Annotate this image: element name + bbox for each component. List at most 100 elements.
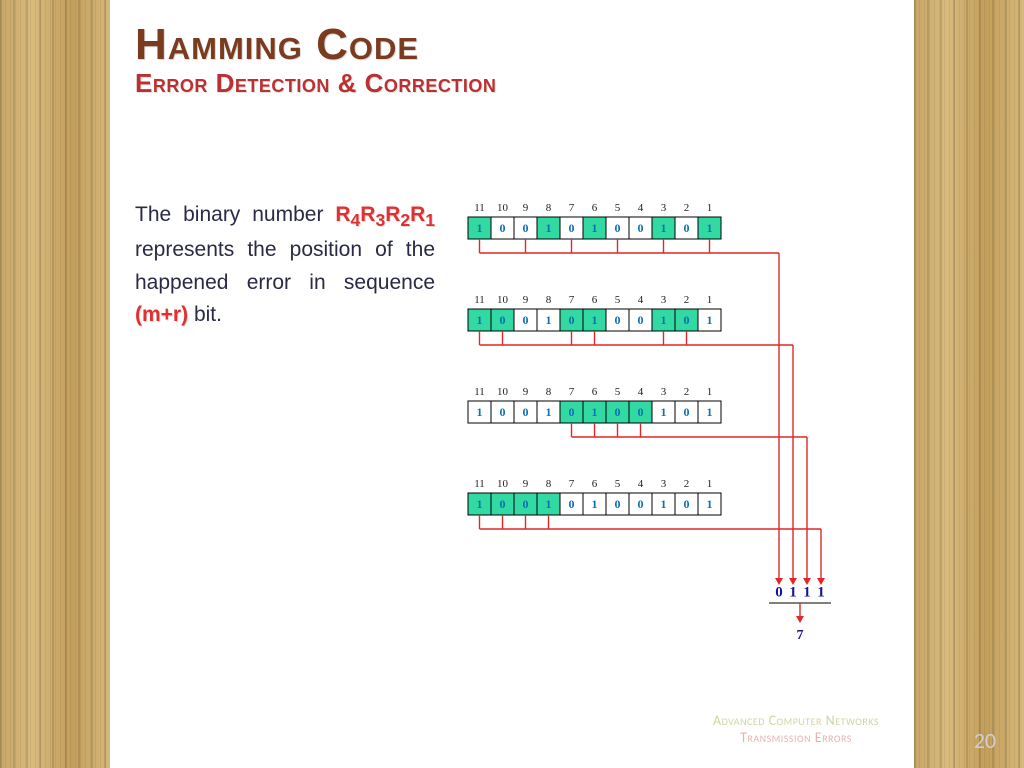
svg-text:6: 6	[592, 294, 598, 306]
r-char: R	[410, 203, 425, 226]
svg-text:1: 1	[817, 584, 825, 600]
svg-text:0: 0	[615, 313, 621, 327]
r-sub: 2	[400, 210, 410, 230]
svg-text:3: 3	[661, 294, 667, 306]
svg-text:0: 0	[523, 221, 529, 235]
hamming-diagram: 1110987654321100101001011110987654321100…	[453, 199, 889, 659]
svg-text:11: 11	[474, 478, 485, 490]
svg-text:0: 0	[500, 497, 506, 511]
svg-text:0: 0	[684, 497, 690, 511]
svg-text:11: 11	[474, 386, 485, 398]
svg-text:8: 8	[546, 202, 552, 214]
prose-text-a: The binary number	[135, 203, 335, 226]
svg-text:1: 1	[707, 202, 713, 214]
svg-text:1: 1	[546, 405, 552, 419]
slide-title: Hamming Code	[135, 20, 889, 70]
r-sub: 1	[425, 210, 435, 230]
svg-text:1: 1	[707, 313, 713, 327]
svg-text:11: 11	[474, 294, 485, 306]
svg-text:0: 0	[569, 497, 575, 511]
svg-text:9: 9	[523, 478, 529, 490]
svg-text:7: 7	[797, 628, 804, 643]
svg-text:0: 0	[615, 405, 621, 419]
svg-text:2: 2	[684, 478, 690, 490]
svg-text:3: 3	[661, 478, 667, 490]
r-sub: 3	[375, 210, 385, 230]
svg-text:0: 0	[684, 405, 690, 419]
svg-text:1: 1	[707, 294, 713, 306]
svg-text:1: 1	[707, 221, 713, 235]
mr-text: (m+r)	[135, 303, 188, 326]
svg-text:0: 0	[684, 313, 690, 327]
svg-text:1: 1	[592, 497, 598, 511]
svg-text:0: 0	[569, 405, 575, 419]
svg-text:0: 0	[775, 584, 783, 600]
r-sub: 4	[351, 210, 361, 230]
r-char: R	[385, 203, 400, 226]
svg-text:0: 0	[638, 221, 644, 235]
svg-text:5: 5	[615, 294, 621, 306]
svg-text:5: 5	[615, 386, 621, 398]
svg-text:9: 9	[523, 294, 529, 306]
svg-text:0: 0	[569, 221, 575, 235]
svg-text:0: 0	[500, 313, 506, 327]
svg-text:2: 2	[684, 386, 690, 398]
svg-text:0: 0	[638, 405, 644, 419]
svg-text:1: 1	[477, 497, 483, 511]
svg-text:1: 1	[546, 313, 552, 327]
svg-text:1: 1	[707, 497, 713, 511]
svg-text:1: 1	[592, 221, 598, 235]
svg-text:0: 0	[523, 405, 529, 419]
left-border	[0, 0, 110, 768]
svg-text:6: 6	[592, 386, 598, 398]
svg-text:1: 1	[789, 584, 797, 600]
r-sequence: R4R3R2R1	[335, 203, 435, 226]
svg-text:0: 0	[615, 497, 621, 511]
footer-line-2: Transmission Errors	[713, 729, 879, 746]
svg-text:5: 5	[615, 202, 621, 214]
svg-text:0: 0	[615, 221, 621, 235]
svg-text:6: 6	[592, 478, 598, 490]
svg-text:2: 2	[684, 202, 690, 214]
svg-text:3: 3	[661, 202, 667, 214]
svg-text:10: 10	[497, 202, 509, 214]
svg-text:11: 11	[474, 202, 485, 214]
svg-text:10: 10	[497, 386, 509, 398]
svg-text:1: 1	[707, 405, 713, 419]
svg-text:7: 7	[569, 478, 575, 490]
r-char: R	[360, 203, 375, 226]
svg-text:10: 10	[497, 294, 509, 306]
right-border	[914, 0, 1024, 768]
svg-text:1: 1	[803, 584, 811, 600]
prose-paragraph: The binary number R4R3R2R1 represents th…	[135, 199, 435, 659]
svg-text:7: 7	[569, 294, 575, 306]
svg-text:0: 0	[500, 221, 506, 235]
prose-text-c: bit.	[194, 303, 222, 326]
svg-text:1: 1	[477, 313, 483, 327]
svg-text:0: 0	[500, 405, 506, 419]
svg-text:1: 1	[546, 221, 552, 235]
svg-text:4: 4	[638, 202, 644, 214]
svg-text:1: 1	[661, 313, 667, 327]
body-row: The binary number R4R3R2R1 represents th…	[135, 199, 889, 659]
svg-text:5: 5	[615, 478, 621, 490]
svg-text:6: 6	[592, 202, 598, 214]
svg-text:1: 1	[661, 405, 667, 419]
svg-text:4: 4	[638, 478, 644, 490]
svg-text:2: 2	[684, 294, 690, 306]
content-area: Hamming Code Error Detection & Correctio…	[135, 20, 889, 748]
svg-text:1: 1	[546, 497, 552, 511]
svg-text:1: 1	[477, 405, 483, 419]
svg-text:8: 8	[546, 294, 552, 306]
svg-text:0: 0	[523, 313, 529, 327]
footer-line-1: Advanced Computer Networks	[713, 712, 879, 729]
svg-text:0: 0	[638, 497, 644, 511]
svg-text:0: 0	[523, 497, 529, 511]
footer: Advanced Computer Networks Transmission …	[713, 712, 879, 746]
page-number: 20	[974, 727, 996, 754]
svg-text:4: 4	[638, 294, 644, 306]
svg-text:1: 1	[592, 405, 598, 419]
svg-text:8: 8	[546, 478, 552, 490]
svg-text:0: 0	[638, 313, 644, 327]
svg-text:7: 7	[569, 202, 575, 214]
